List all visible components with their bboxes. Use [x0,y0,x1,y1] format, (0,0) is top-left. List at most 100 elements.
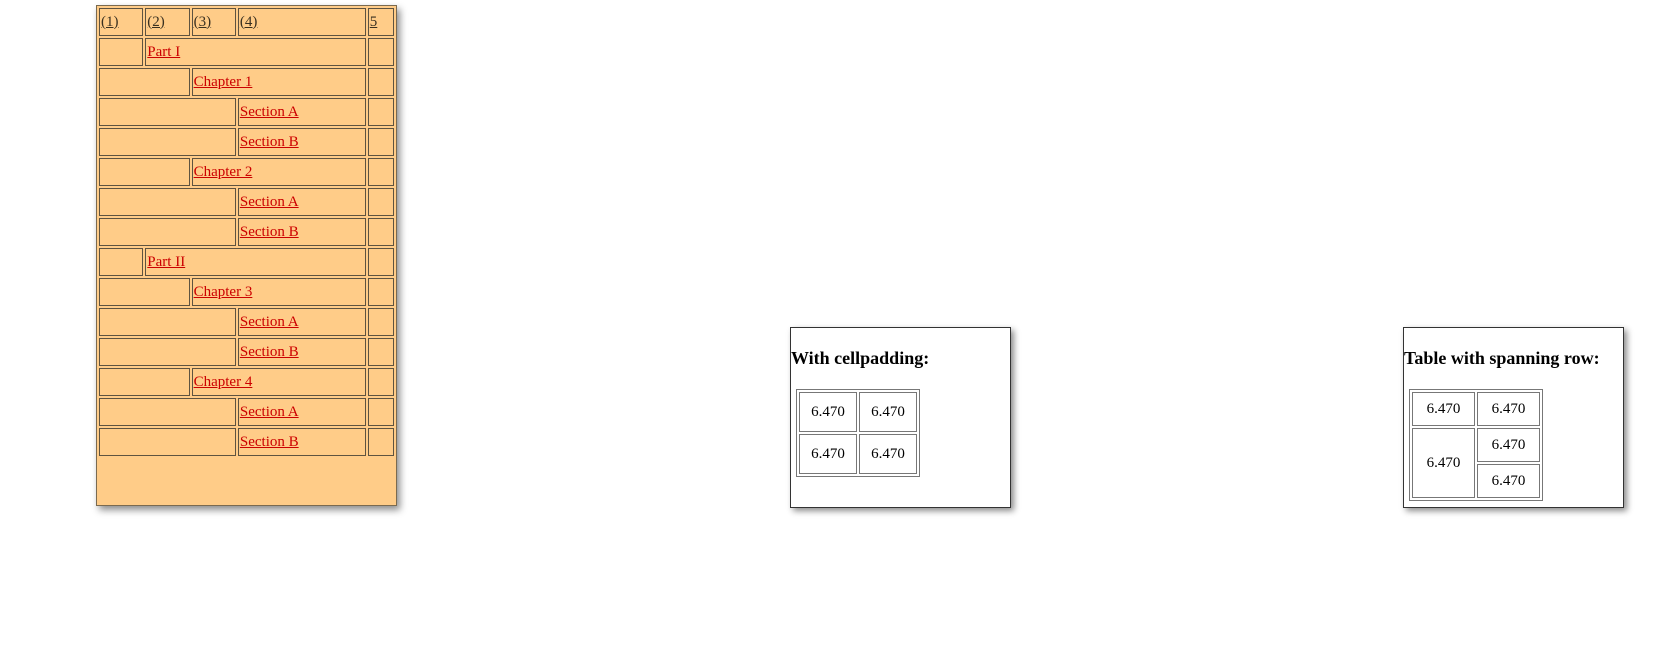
table-row: Section B [99,428,394,456]
ch3-section-b-link[interactable]: Section B [240,344,299,360]
header-link-4[interactable]: (4) [240,14,258,30]
trailing-cell [367,368,394,396]
table-row: 6.470 6.470 [1412,428,1540,498]
header-link-3[interactable]: (3) [194,14,212,30]
indent-cell [99,68,190,96]
ch2-section-a-link[interactable]: Section A [240,194,299,210]
chapter-4-link[interactable]: Chapter 4 [194,374,253,390]
ch1-section-a-link[interactable]: Section A [240,104,299,120]
chapter-1-link[interactable]: Chapter 1 [194,74,253,90]
table-row: Chapter 1 [99,68,394,96]
value-cell: 6.470 [1412,392,1475,426]
value-cell: 6.470 [1477,428,1540,462]
section-cell[interactable]: Section B [237,428,366,456]
indent-cell [99,98,236,126]
value-cell: 6.470 [1477,464,1540,498]
header-row: (1) (2) (3) (4) 5 [99,8,394,36]
chapter-3-link[interactable]: Chapter 3 [194,284,253,300]
section-cell[interactable]: Section A [237,308,366,336]
part-2-link[interactable]: Part II [147,254,185,270]
header-cell-1[interactable]: (1) [99,8,144,36]
table-row: 6.470 6.470 [1412,392,1540,426]
value-cell: 6.470 [1477,392,1540,426]
ch4-section-a-link[interactable]: Section A [240,404,299,420]
trailing-cell [367,158,394,186]
indent-cell [99,308,236,336]
spanning-row-title: Table with spanning row: [1404,348,1600,368]
table-row: Section A [99,398,394,426]
cellpadding-table: 6.470 6.470 6.470 6.470 [796,389,920,477]
table-row: 6.470 6.470 [799,392,917,432]
indent-cell [99,398,236,426]
indent-cell [99,128,236,156]
header-cell-4[interactable]: (4) [237,8,366,36]
value-cell: 6.470 [799,434,857,474]
indent-cell [99,428,236,456]
header-link-5[interactable]: 5 [370,14,378,30]
ch1-section-b-link[interactable]: Section B [240,134,299,150]
trailing-cell [367,338,394,366]
indent-cell [99,158,190,186]
trailing-cell [367,38,394,66]
table-row: Part I [99,38,394,66]
chapter-cell[interactable]: Chapter 2 [191,158,366,186]
table-row: Section A [99,98,394,126]
header-link-2[interactable]: (2) [147,14,165,30]
value-cell: 6.470 [799,392,857,432]
value-cell: 6.470 [859,434,917,474]
chapter-2-link[interactable]: Chapter 2 [194,164,253,180]
table-row: 6.470 6.470 [799,434,917,474]
cellpadding-box: With cellpadding: 6.470 6.470 6.470 6.47… [790,327,1011,508]
table-row: Section A [99,188,394,216]
trailing-cell [367,428,394,456]
chapter-cell[interactable]: Chapter 1 [191,68,366,96]
chapter-cell[interactable]: Chapter 4 [191,368,366,396]
trailing-cell [367,98,394,126]
trailing-cell [367,278,394,306]
table-row: Section B [99,338,394,366]
indent-cell [99,38,144,66]
value-cell: 6.470 [859,392,917,432]
trailing-cell [367,398,394,426]
outline-table-panel: (1) (2) (3) (4) 5 Part I Chapter 1 Secti… [96,5,397,506]
trailing-cell [367,218,394,246]
table-row: Chapter 3 [99,278,394,306]
indent-cell [99,368,190,396]
trailing-cell [367,308,394,336]
page: (1) (2) (3) (4) 5 Part I Chapter 1 Secti… [0,0,1677,657]
ch4-section-b-link[interactable]: Section B [240,434,299,450]
indent-cell [99,248,144,276]
section-cell[interactable]: Section A [237,188,366,216]
table-row: Section A [99,308,394,336]
spanning-value-cell: 6.470 [1412,428,1475,498]
ch2-section-b-link[interactable]: Section B [240,224,299,240]
outline-table: (1) (2) (3) (4) 5 Part I Chapter 1 Secti… [97,6,396,458]
header-cell-3[interactable]: (3) [191,8,236,36]
section-cell[interactable]: Section A [237,398,366,426]
spanning-row-table: 6.470 6.470 6.470 6.470 6.470 [1409,389,1543,501]
header-cell-2[interactable]: (2) [145,8,190,36]
trailing-cell [367,248,394,276]
indent-cell [99,188,236,216]
section-cell[interactable]: Section B [237,218,366,246]
header-cell-5[interactable]: 5 [367,8,394,36]
table-row: Chapter 4 [99,368,394,396]
indent-cell [99,338,236,366]
ch3-section-a-link[interactable]: Section A [240,314,299,330]
table-row: Section B [99,218,394,246]
chapter-cell[interactable]: Chapter 3 [191,278,366,306]
table-row: Section B [99,128,394,156]
cellpadding-title: With cellpadding: [791,348,930,368]
table-row: Chapter 2 [99,158,394,186]
section-cell[interactable]: Section A [237,98,366,126]
table-row: Part II [99,248,394,276]
trailing-cell [367,188,394,216]
section-cell[interactable]: Section B [237,128,366,156]
part-cell[interactable]: Part II [145,248,366,276]
section-cell[interactable]: Section B [237,338,366,366]
spanning-row-box: Table with spanning row: 6.470 6.470 6.4… [1403,327,1624,508]
indent-cell [99,278,190,306]
part-cell[interactable]: Part I [145,38,366,66]
part-1-link[interactable]: Part I [147,44,180,60]
header-link-1[interactable]: (1) [101,14,119,30]
